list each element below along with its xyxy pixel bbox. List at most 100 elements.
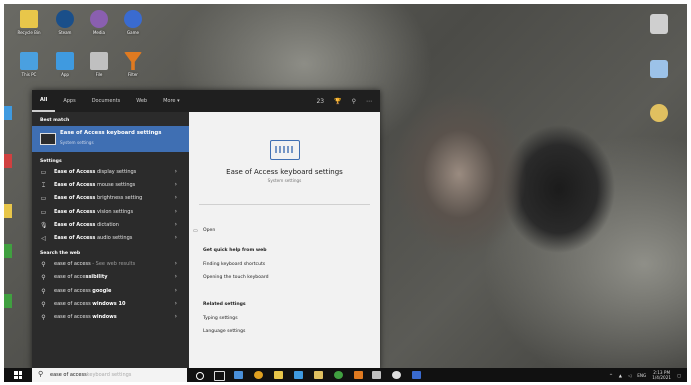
settings-item-label: Ease of Access display settings (54, 169, 137, 175)
steam-icon (56, 10, 74, 28)
desktop-icon-recycle-bin[interactable]: Recycle Bin (12, 10, 46, 35)
desktop-icon-partial[interactable] (4, 204, 12, 218)
tab-all[interactable]: All (32, 90, 56, 112)
quick-help-link[interactable]: Opening the touch keyboard (203, 275, 269, 280)
preview-pane: Ease of Access keyboard settings System … (189, 112, 380, 370)
best-match-header: Best match (40, 118, 70, 123)
task-view-icon[interactable] (214, 371, 225, 381)
filter-icon[interactable] (354, 371, 363, 379)
divider (199, 204, 370, 205)
chevron-right-icon[interactable]: › (175, 168, 177, 175)
chevron-right-icon[interactable]: › (175, 208, 177, 215)
chevron-right-icon[interactable]: › (175, 273, 177, 280)
settings-item-label: Ease of Access mouse settings (54, 182, 136, 189)
chevron-right-icon[interactable]: › (175, 300, 177, 307)
open-action[interactable]: Open (203, 228, 215, 233)
settings-item-vision[interactable]: ▭ Ease of Access vision settings › (32, 206, 189, 219)
desktop-icon-partial[interactable] (4, 106, 12, 120)
desktop-icon-right-1[interactable] (650, 14, 668, 34)
chevron-right-icon[interactable]: › (175, 313, 177, 320)
store-icon[interactable] (294, 371, 303, 379)
chevron-right-icon[interactable]: › (175, 260, 177, 267)
chevron-right-icon[interactable]: › (175, 287, 177, 294)
web-result-item[interactable]: ⚲ ease of access windows 10 › (32, 298, 189, 311)
app-icon (56, 52, 74, 70)
cortana-icon[interactable] (196, 372, 204, 380)
search-icon: ⚲ (38, 370, 44, 378)
settings-item-dictation[interactable]: 🎙 Ease of Access dictation › (32, 219, 189, 232)
feedback-icon[interactable]: ⚲ (352, 98, 356, 105)
settings-item-audio[interactable]: ◁ Ease of Access audio settings › (32, 232, 189, 245)
settings-item-mouse[interactable]: ⌶ Ease of Access mouse settings › (32, 179, 189, 192)
chevron-up-icon[interactable]: ^ (609, 373, 613, 378)
chevron-right-icon[interactable]: › (175, 194, 177, 201)
trophy-icon[interactable]: 🏆 (334, 98, 341, 105)
related-setting-link[interactable]: Language settings (203, 329, 245, 334)
taskbar-app-icon[interactable] (412, 371, 421, 379)
tab-web[interactable]: Web (128, 90, 155, 112)
folder-icon[interactable] (274, 371, 283, 379)
screen: Recycle Bin Steam Media Game This PC App… (4, 4, 687, 382)
search-tabs: All Apps Documents Web More ▾ 23 🏆 ⚲ ⋯ (32, 90, 380, 112)
desktop-icon-app[interactable]: App (48, 52, 82, 77)
desktop-icon-partial[interactable] (4, 244, 12, 258)
tab-more[interactable]: More ▾ (155, 90, 188, 112)
settings-item-label: Ease of Access brightness setting (54, 195, 143, 202)
taskbar-app-icon[interactable] (372, 371, 381, 379)
search-input[interactable]: ease of accesskeyboard settings (50, 372, 131, 378)
desktop-icon-partial[interactable] (4, 294, 12, 308)
related-setting-link[interactable]: Typing settings (203, 316, 238, 321)
network-icon[interactable]: ▲ (619, 373, 622, 378)
related-settings-header: Related settings (203, 302, 246, 307)
desktop-icon-label: Filter (128, 72, 138, 77)
tab-apps[interactable]: Apps (55, 90, 83, 112)
desktop-icon-partial[interactable] (4, 154, 12, 168)
taskbar-app-icon[interactable] (392, 371, 401, 379)
web-result-item[interactable]: ⚲ ease of access windows › (32, 311, 189, 324)
best-match-subtitle: System settings (60, 140, 94, 145)
web-result-label: ease of accessibility (54, 274, 108, 281)
web-result-item[interactable]: ⚲ ease of access - See web results › (32, 258, 189, 271)
desktop-icon-right-2[interactable] (650, 60, 668, 78)
tab-documents[interactable]: Documents (84, 90, 129, 112)
search-icon: ⚲ (41, 274, 46, 282)
taskbar-search-box[interactable]: ⚲ ease of accesskeyboard settings (32, 368, 187, 382)
best-match-title: Ease of Access keyboard settings (60, 130, 162, 136)
settings-item-label: Ease of Access audio settings (54, 234, 133, 241)
desktop-icon-filter[interactable]: Filter (116, 52, 150, 77)
web-result-item[interactable]: ⚲ ease of access google › (32, 285, 189, 298)
settings-header: Settings (40, 159, 62, 164)
volume-icon[interactable]: ◁ (628, 373, 631, 378)
chevron-right-icon[interactable]: › (175, 234, 177, 241)
desktop-icon-file[interactable]: File (82, 52, 116, 77)
taskbar-app-icon[interactable] (254, 371, 263, 379)
results-list: Best match Ease of Access keyboard setti… (32, 112, 189, 370)
more-options-icon[interactable]: ⋯ (366, 98, 372, 105)
start-button[interactable] (14, 371, 22, 379)
settings-item-display[interactable]: ▭ Ease of Access display settings › (32, 166, 189, 179)
web-result-label: ease of access - See web results (54, 261, 136, 268)
speaker-icon: ◁ (41, 234, 46, 242)
chevron-right-icon[interactable]: › (175, 221, 177, 228)
desktop-icon-right-3[interactable] (650, 104, 668, 122)
taskbar-app-icon[interactable] (314, 371, 323, 379)
game-icon (124, 10, 142, 28)
taskbar: ⚲ ease of accesskeyboard settings ^ ▲ ◁ … (4, 368, 687, 382)
taskbar-app-icon[interactable] (234, 371, 243, 379)
desktop-icon-this-pc[interactable]: This PC (12, 52, 46, 77)
desktop-icon-media[interactable]: Media (82, 10, 116, 35)
web-result-item[interactable]: ⚲ ease of accessibility › (32, 271, 189, 284)
search-web-header: Search the web (40, 251, 81, 257)
desktop-icon-game[interactable]: Game (116, 10, 150, 35)
desktop-icon-steam[interactable]: Steam (48, 10, 82, 35)
desktop-icon-label: Recycle Bin (17, 30, 41, 35)
taskbar-app-icon[interactable] (334, 371, 343, 379)
search-icon: ⚲ (41, 300, 46, 308)
settings-item-brightness[interactable]: ▭ Ease of Access brightness setting › (32, 192, 189, 205)
quick-help-link[interactable]: Finding keyboard shortcuts (203, 262, 265, 267)
language-indicator[interactable]: ENG (637, 373, 646, 378)
best-match-item[interactable]: Ease of Access keyboard settings System … (32, 126, 189, 152)
chevron-right-icon[interactable]: › (175, 181, 177, 188)
notifications-icon[interactable]: ▢ (677, 373, 681, 378)
clock[interactable]: 2:13 PM 1/4/2021 (652, 370, 671, 380)
